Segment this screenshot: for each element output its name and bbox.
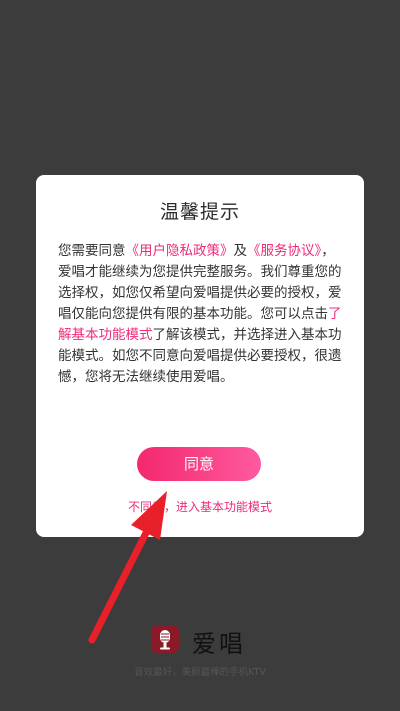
consent-dialog: 温馨提示 您需要同意《用户隐私政策》及《服务协议》，爱唱才能继续为您提供完整服务…: [36, 175, 364, 537]
microphone-icon: [151, 625, 179, 653]
privacy-policy-link[interactable]: 《用户隐私政策》: [126, 243, 234, 259]
service-agreement-link[interactable]: 《服务协议》: [247, 243, 321, 259]
app-name: 爱唱: [192, 630, 246, 658]
app-slogan: 音效最好，美颜最棒的手机KTV: [134, 667, 266, 678]
body-text-1: 您需要同意: [58, 243, 126, 259]
disagree-basic-mode-link[interactable]: 不同意，进入基本功能模式: [36, 498, 364, 515]
dialog-body: 您需要同意《用户隐私政策》及《服务协议》，爱唱才能继续为您提供完整服务。我们尊重…: [58, 241, 344, 388]
dialog-title: 温馨提示: [159, 201, 240, 223]
agree-button[interactable]: 同意: [137, 447, 261, 481]
app-branding: 爱唱: [0, 620, 400, 660]
body-text-2: 及: [233, 243, 248, 259]
